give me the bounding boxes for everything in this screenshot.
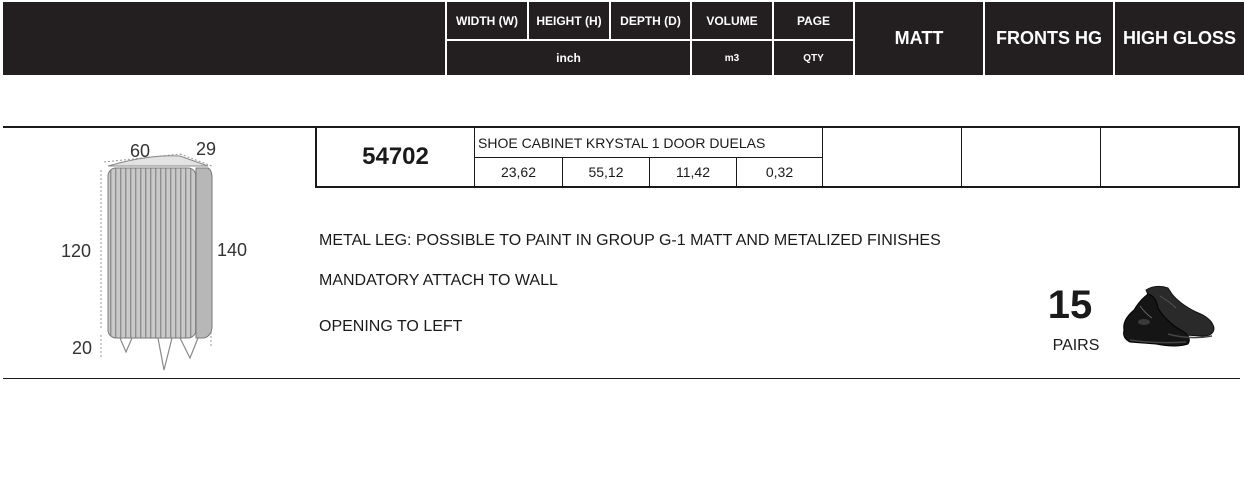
fronts-hg-price-cell [962, 128, 1100, 186]
product-height-value: 55,12 [588, 164, 624, 180]
dim-leg-height-label: 20 [72, 338, 92, 358]
product-code: 54702 [362, 143, 429, 170]
high-gloss-price-cell [1101, 128, 1238, 186]
fronts-hg-column-header: FRONTS HG [996, 28, 1102, 48]
cabinet-drawing: 60 29 120 140 20 [61, 139, 247, 371]
dim-total-height-label: 140 [217, 240, 247, 260]
product-width-value: 23,62 [500, 164, 537, 180]
note-wall-attach: MANDATORY ATTACH TO WALL [319, 272, 558, 289]
matt-column-header: MATT [894, 28, 944, 48]
header-bar: WIDTH (W) HEIGHT (H) DEPTH (D) VOLUME PA… [3, 2, 1244, 75]
dim-depth-label: 29 [196, 139, 216, 159]
shoes-icon [1123, 285, 1215, 347]
depth-column-header: DEPTH (D) [620, 13, 681, 28]
product-depth-value: 11,42 [676, 164, 710, 180]
width-column-header: WIDTH (W) [456, 13, 518, 28]
unit-m3-label: m3 [724, 52, 740, 64]
product-volume-value: 0,32 [765, 164, 794, 180]
high-gloss-column-header: HIGH GLOSS [1122, 28, 1236, 48]
capacity-unit: PAIRS [1052, 337, 1100, 354]
note-opening: OPENING TO LEFT [319, 318, 463, 335]
product-name: SHOE CABINET KRYSTAL 1 DOOR DUELAS [478, 134, 766, 151]
unit-inch-label: inch [556, 51, 581, 65]
volume-column-header: VOLUME [706, 13, 758, 28]
note-metal-leg: METAL LEG: POSSIBLE TO PAINT IN GROUP G-… [319, 232, 941, 249]
page-column-header: PAGE [796, 13, 831, 28]
capacity-value: 15 [1047, 283, 1093, 327]
section-bottom-rule [3, 378, 1240, 379]
product-row: 54702 SHOE CABINET KRYSTAL 1 DOOR DUELAS… [315, 126, 1240, 188]
qty-label: QTY [803, 52, 824, 64]
dim-body-height-label: 120 [61, 241, 91, 261]
height-column-header: HEIGHT (H) [536, 13, 602, 28]
section-top-rule [3, 126, 316, 128]
matt-price-cell [823, 128, 961, 186]
